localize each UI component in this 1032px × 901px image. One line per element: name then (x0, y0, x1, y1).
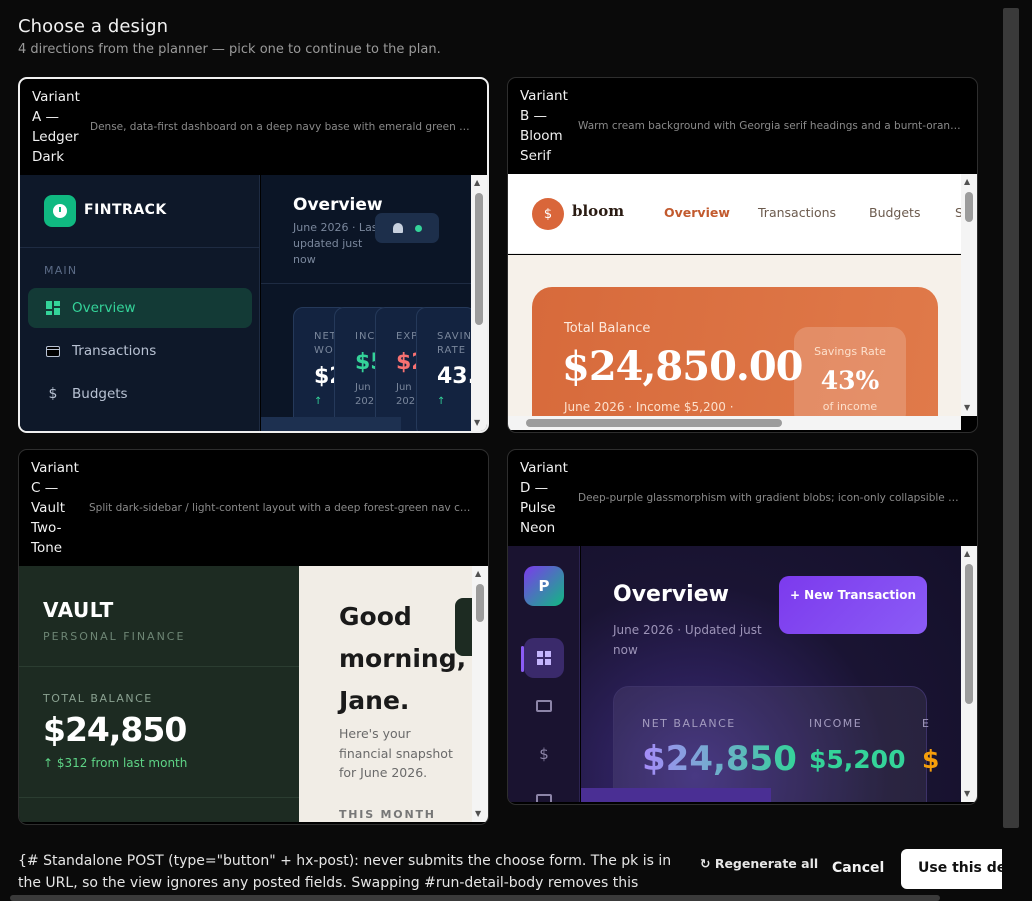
preview-scrollbar[interactable]: ▲ ▼ (961, 174, 977, 416)
preview-tagline: PERSONAL FINANCE (43, 630, 186, 643)
balance-panel: NET BALANCE $24,850 INCOME $5,200 E $ (613, 686, 939, 802)
preview-topbar: $ bloom Overview Transactions Budgets S (508, 174, 963, 254)
balance-label: Total Balance (564, 321, 651, 336)
variant-preview: $ bloom Overview Transactions Budgets S … (508, 174, 977, 430)
preview-brand: FINTRACK (84, 202, 167, 218)
preview-sidebar: FINTRACK MAIN Overview Transactions $ Bu… (20, 175, 260, 431)
balance-meta: June 2026 · Income $5,200 · (564, 400, 734, 414)
dollar-icon: $ (48, 386, 58, 402)
balance-value: $24,850 (43, 710, 187, 749)
variant-card-header: Variant B — Bloom Serif Warm cream backg… (508, 78, 977, 174)
dashboard-icon (46, 301, 60, 315)
preview-brand: VAULT (43, 598, 114, 622)
variant-name: Variant B — Bloom Serif (520, 88, 568, 164)
variant-preview: FINTRACK MAIN Overview Transactions $ Bu… (20, 175, 487, 431)
preview-scrollbar[interactable]: ▲ ▼ (471, 175, 487, 431)
variant-description: Split dark-sidebar / light-content layou… (89, 502, 471, 514)
dollar-icon: $ (539, 745, 549, 763)
variant-card-header: Variant D — Pulse Neon Deep-purple glass… (508, 450, 977, 546)
preview-section-label: MAIN (44, 264, 78, 277)
variant-card-a[interactable]: Variant A — Ledger Dark Dense, data-firs… (18, 77, 489, 433)
variant-description: Deep-purple glassmorphism with gradient … (578, 492, 959, 504)
variant-card-c[interactable]: Variant C — Vault Two-Tone Split dark-si… (18, 449, 489, 825)
preview-nav-budgets: $ Budgets (28, 374, 252, 414)
variant-name: Variant D — Pulse Neon (520, 460, 568, 536)
preview-brand: bloom (572, 202, 625, 220)
cancel-button[interactable]: Cancel (832, 860, 884, 876)
preview-nav-overview: Overview (28, 288, 252, 328)
preview-title: Overview (293, 195, 383, 215)
regenerate-all-button[interactable]: ↻ Regenerate all (700, 856, 818, 871)
page-scrollbar[interactable] (1002, 0, 1020, 901)
preview-content: Overview June 2026 · Updated just now + … (581, 546, 961, 802)
alert-logo-icon (44, 195, 76, 227)
variant-card-header: Variant A — Ledger Dark Dense, data-firs… (20, 79, 487, 175)
preview-title: Overview (613, 582, 729, 607)
page-hscrollbar[interactable] (0, 895, 1032, 901)
credit-card-icon (536, 700, 552, 712)
variant-card-b[interactable]: Variant B — Bloom Serif Warm cream backg… (507, 77, 978, 433)
new-transaction-button: + New Transaction (779, 576, 927, 634)
template-comment-text: {# Standalone POST (type="button" + hx-p… (18, 853, 672, 891)
preview-subtitle: June 2026 · Last updated just now (293, 221, 382, 266)
preview-nav-transactions: Transactions (758, 205, 837, 220)
savings-rate-card: Savings Rate 43% of income (794, 327, 906, 427)
variant-card-header: Variant C — Vault Two-Tone Split dark-si… (19, 450, 488, 566)
variant-preview: P $ Overview June 2026 · Updated just no… (508, 546, 977, 802)
balance-label: TOTAL BALANCE (43, 692, 153, 705)
preview-nav-transactions: Transactions (28, 331, 252, 371)
dashboard-icon (537, 651, 551, 665)
preview-content: Good morning, Jane. Here's your financia… (299, 566, 485, 822)
preview-logo: P (524, 566, 564, 606)
status-dot-icon (414, 224, 422, 232)
preview-nav-overview: Overview (664, 205, 730, 220)
stat-card: SAVING RATE 43. ↑ (416, 307, 476, 431)
page-subtitle: 4 directions from the planner — pick one… (18, 42, 441, 57)
preview-scrollbar[interactable]: ▲ ▼ (472, 566, 488, 822)
preview-nav-budgets: Budgets (869, 205, 921, 220)
dollar-logo-icon: $ (532, 198, 564, 230)
preview-sidebar: P $ (508, 546, 580, 802)
preview-section-label: THIS MONTH (339, 808, 436, 821)
list-icon (536, 794, 552, 802)
preview-content: Total Balance $24,850.00 June 2026 · Inc… (508, 255, 961, 430)
preview-hscrollbar[interactable] (508, 416, 961, 430)
preview-snapshot: Here's your financial snapshot for June … (339, 726, 453, 780)
use-this-design-button[interactable]: Use this design (901, 849, 1015, 889)
preview-sidebar: VAULT PERSONAL FINANCE TOTAL BALANCE $24… (19, 566, 299, 822)
preview-nav-dashboard (524, 638, 564, 678)
bell-icon (392, 223, 403, 233)
notification-pill (375, 213, 439, 243)
preview-subtitle: June 2026 · Updated just now (613, 623, 762, 657)
page-header: Choose a design 4 directions from the pl… (18, 16, 441, 57)
preview-content: Overview June 2026 · Last updated just n… (261, 175, 476, 431)
variant-description: Warm cream background with Georgia serif… (578, 120, 961, 132)
credit-card-icon (46, 345, 60, 357)
balance-hero: Total Balance $24,850.00 June 2026 · Inc… (532, 287, 938, 430)
variant-card-d[interactable]: Variant D — Pulse Neon Deep-purple glass… (507, 449, 978, 805)
variant-name: Variant A — Ledger Dark (32, 89, 80, 165)
preview-greeting: Good morning, Jane. (339, 602, 467, 715)
variant-preview: VAULT PERSONAL FINANCE TOTAL BALANCE $24… (19, 566, 488, 822)
preview-scrollbar[interactable]: ▲ ▼ (961, 546, 977, 802)
variant-description: Dense, data-first dashboard on a deep na… (90, 121, 475, 133)
variant-name: Variant C — Vault Two-Tone (31, 460, 79, 556)
balance-value: $24,850.00 (562, 343, 804, 390)
page-title: Choose a design (18, 16, 169, 37)
balance-change: ↑ $312 from last month (43, 756, 188, 770)
